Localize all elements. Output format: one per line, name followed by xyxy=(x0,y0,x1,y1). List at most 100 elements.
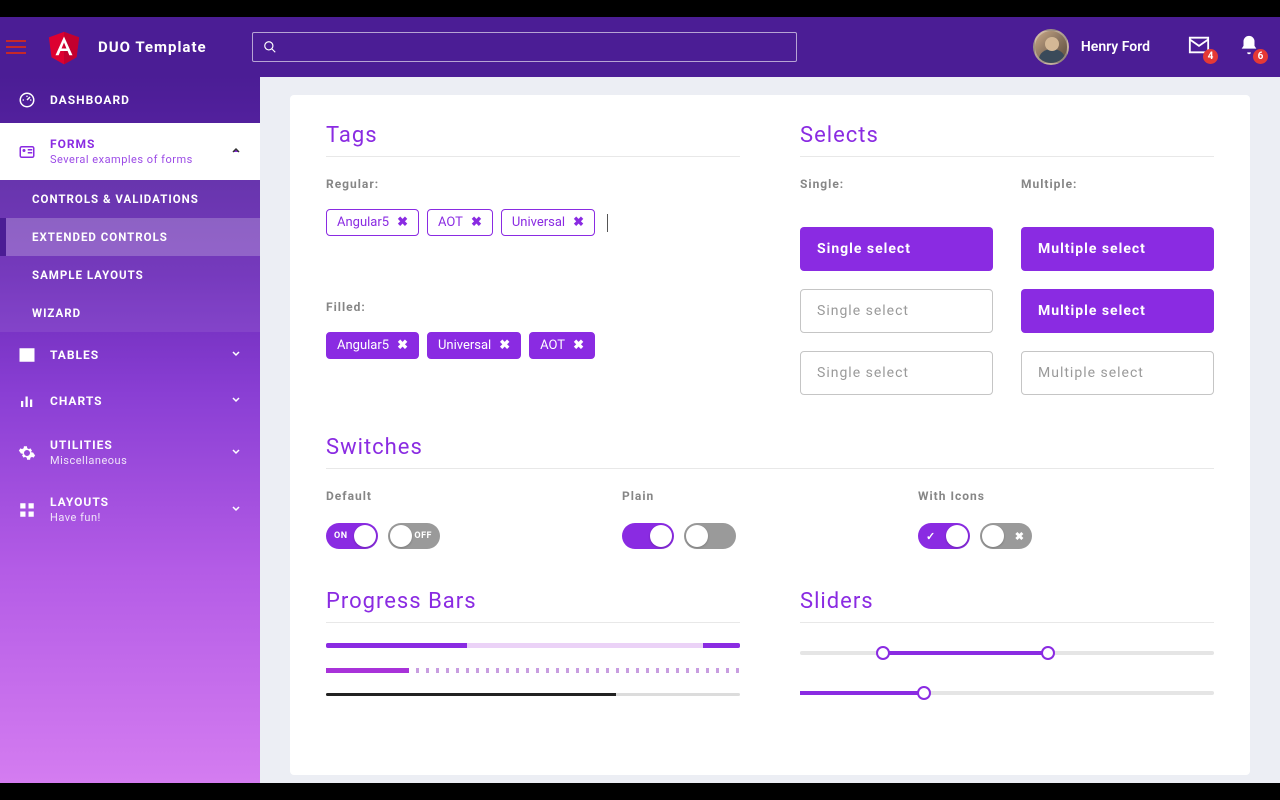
range-slider[interactable] xyxy=(800,651,1214,655)
header: DUO Template Henry Ford 4 6 xyxy=(0,17,1280,77)
switch-plain-label: Plain xyxy=(622,489,918,503)
multiple-select-solid[interactable]: Multiple select xyxy=(1021,289,1214,333)
chevron-down-icon xyxy=(230,502,242,517)
switch-icon-off[interactable]: ✖ xyxy=(980,523,1032,549)
sidebar-item-sublabel: Miscellaneous xyxy=(50,454,127,467)
progress-bar-2 xyxy=(326,668,740,673)
single-slider[interactable] xyxy=(800,691,1214,695)
sidebar-sub-wizard[interactable]: WIZARD xyxy=(0,294,260,332)
sidebar-charts[interactable]: CHARTS xyxy=(0,378,260,424)
logo-area: DUO Template xyxy=(46,28,207,66)
sidebar-layouts[interactable]: LAYOUTS Have fun! xyxy=(0,481,260,538)
dashboard-icon xyxy=(18,91,36,109)
tag-input-caret[interactable] xyxy=(607,214,608,232)
mail-icon[interactable]: 4 xyxy=(1188,34,1210,60)
sidebar-item-sublabel: Have fun! xyxy=(50,511,109,524)
tags-title: Tags xyxy=(326,123,740,148)
single-select-solid[interactable]: Single select xyxy=(800,227,993,271)
sidebar: DASHBOARD FORMS Several examples of form… xyxy=(0,77,260,783)
tag-item[interactable]: AOT✖ xyxy=(427,209,493,236)
tags-section: Tags Regular: Angular5✖ AOT✖ Universal✖ … xyxy=(326,123,740,395)
tags-regular: Angular5✖ AOT✖ Universal✖ xyxy=(326,209,740,236)
main-card: Tags Regular: Angular5✖ AOT✖ Universal✖ … xyxy=(290,95,1250,775)
letterbox-bottom xyxy=(0,783,1280,800)
switch-default-label: Default xyxy=(326,489,622,503)
sidebar-item-label: FORMS xyxy=(50,137,193,151)
progress-bar-3 xyxy=(326,693,740,696)
sidebar-sub-extended[interactable]: EXTENDED CONTROLS xyxy=(0,218,260,256)
sidebar-item-label: DASHBOARD xyxy=(50,93,130,107)
sidebar-forms[interactable]: FORMS Several examples of forms xyxy=(0,123,260,180)
single-select-outline[interactable]: Single select xyxy=(800,289,993,333)
check-icon: ✓ xyxy=(926,530,935,543)
gear-icon xyxy=(18,444,36,462)
charts-icon xyxy=(18,392,36,410)
multiple-select-solid[interactable]: Multiple select xyxy=(1021,227,1214,271)
slider-handle[interactable] xyxy=(917,686,931,700)
tag-item[interactable]: AOT✖ xyxy=(529,332,595,359)
sidebar-item-label: LAYOUTS xyxy=(50,495,109,509)
switches-title: Switches xyxy=(326,435,1214,460)
search-box[interactable] xyxy=(252,32,797,62)
selects-title: Selects xyxy=(800,123,1214,148)
search-icon xyxy=(263,40,277,54)
grid-icon xyxy=(18,501,36,519)
hamburger-menu[interactable] xyxy=(6,40,26,54)
single-select-outline[interactable]: Single select xyxy=(800,351,993,395)
close-icon[interactable]: ✖ xyxy=(397,215,408,230)
sidebar-dashboard[interactable]: DASHBOARD xyxy=(0,77,260,123)
divider xyxy=(800,156,1214,157)
tables-icon xyxy=(18,346,36,364)
letterbox-top xyxy=(0,0,1280,17)
x-icon: ✖ xyxy=(1015,530,1024,543)
tag-item[interactable]: Angular5✖ xyxy=(326,209,419,236)
divider xyxy=(326,156,740,157)
sidebar-sub-sample[interactable]: SAMPLE LAYOUTS xyxy=(0,256,260,294)
forms-icon xyxy=(18,143,36,161)
tag-item[interactable]: Universal✖ xyxy=(427,332,521,359)
chevron-down-icon xyxy=(230,394,242,409)
switch-plain-off[interactable] xyxy=(684,523,736,549)
chevron-up-icon xyxy=(230,144,242,159)
switch-icon-on[interactable]: ✓ xyxy=(918,523,970,549)
user-area[interactable]: Henry Ford xyxy=(1033,29,1150,65)
bell-badge: 6 xyxy=(1253,49,1268,64)
sidebar-item-label: UTILITIES xyxy=(50,438,127,452)
multiple-select-outline[interactable]: Multiple select xyxy=(1021,351,1214,395)
sliders-title: Sliders xyxy=(800,589,1214,614)
divider xyxy=(800,622,1214,623)
content-area: Tags Regular: Angular5✖ AOT✖ Universal✖ … xyxy=(260,77,1280,783)
slider-handle-low[interactable] xyxy=(876,646,890,660)
divider xyxy=(326,622,740,623)
sidebar-sub-controls[interactable]: CONTROLS & VALIDATIONS xyxy=(0,180,260,218)
tag-item[interactable]: Universal✖ xyxy=(501,209,595,236)
sidebar-utilities[interactable]: UTILITIES Miscellaneous xyxy=(0,424,260,481)
close-icon[interactable]: ✖ xyxy=(471,215,482,230)
app-title: DUO Template xyxy=(98,38,207,56)
divider xyxy=(326,468,1214,469)
user-name: Henry Ford xyxy=(1081,39,1150,55)
search-input[interactable] xyxy=(285,40,786,55)
header-icons: 4 6 xyxy=(1188,34,1260,60)
sliders-section: Sliders xyxy=(800,589,1214,731)
chevron-down-icon xyxy=(230,348,242,363)
tag-item[interactable]: Angular5✖ xyxy=(326,332,419,359)
tags-filled-label: Filled: xyxy=(326,300,740,314)
avatar[interactable] xyxy=(1033,29,1069,65)
forms-subnav: CONTROLS & VALIDATIONS EXTENDED CONTROLS… xyxy=(0,180,260,332)
close-icon[interactable]: ✖ xyxy=(499,338,510,353)
switch-default-on[interactable]: ON xyxy=(326,523,378,549)
close-icon[interactable]: ✖ xyxy=(573,215,584,230)
close-icon[interactable]: ✖ xyxy=(573,338,584,353)
mail-badge: 4 xyxy=(1203,49,1218,64)
switch-icons-label: With Icons xyxy=(918,489,1214,503)
slider-handle-high[interactable] xyxy=(1041,646,1055,660)
switch-default-off[interactable]: OFF xyxy=(388,523,440,549)
bell-icon[interactable]: 6 xyxy=(1238,34,1260,60)
app-root: DUO Template Henry Ford 4 6 DASHBOARD xyxy=(0,17,1280,783)
switch-plain-on[interactable] xyxy=(622,523,674,549)
close-icon[interactable]: ✖ xyxy=(397,338,408,353)
angular-logo-icon xyxy=(46,28,82,66)
sidebar-tables[interactable]: TABLES xyxy=(0,332,260,378)
tags-regular-label: Regular: xyxy=(326,177,740,191)
